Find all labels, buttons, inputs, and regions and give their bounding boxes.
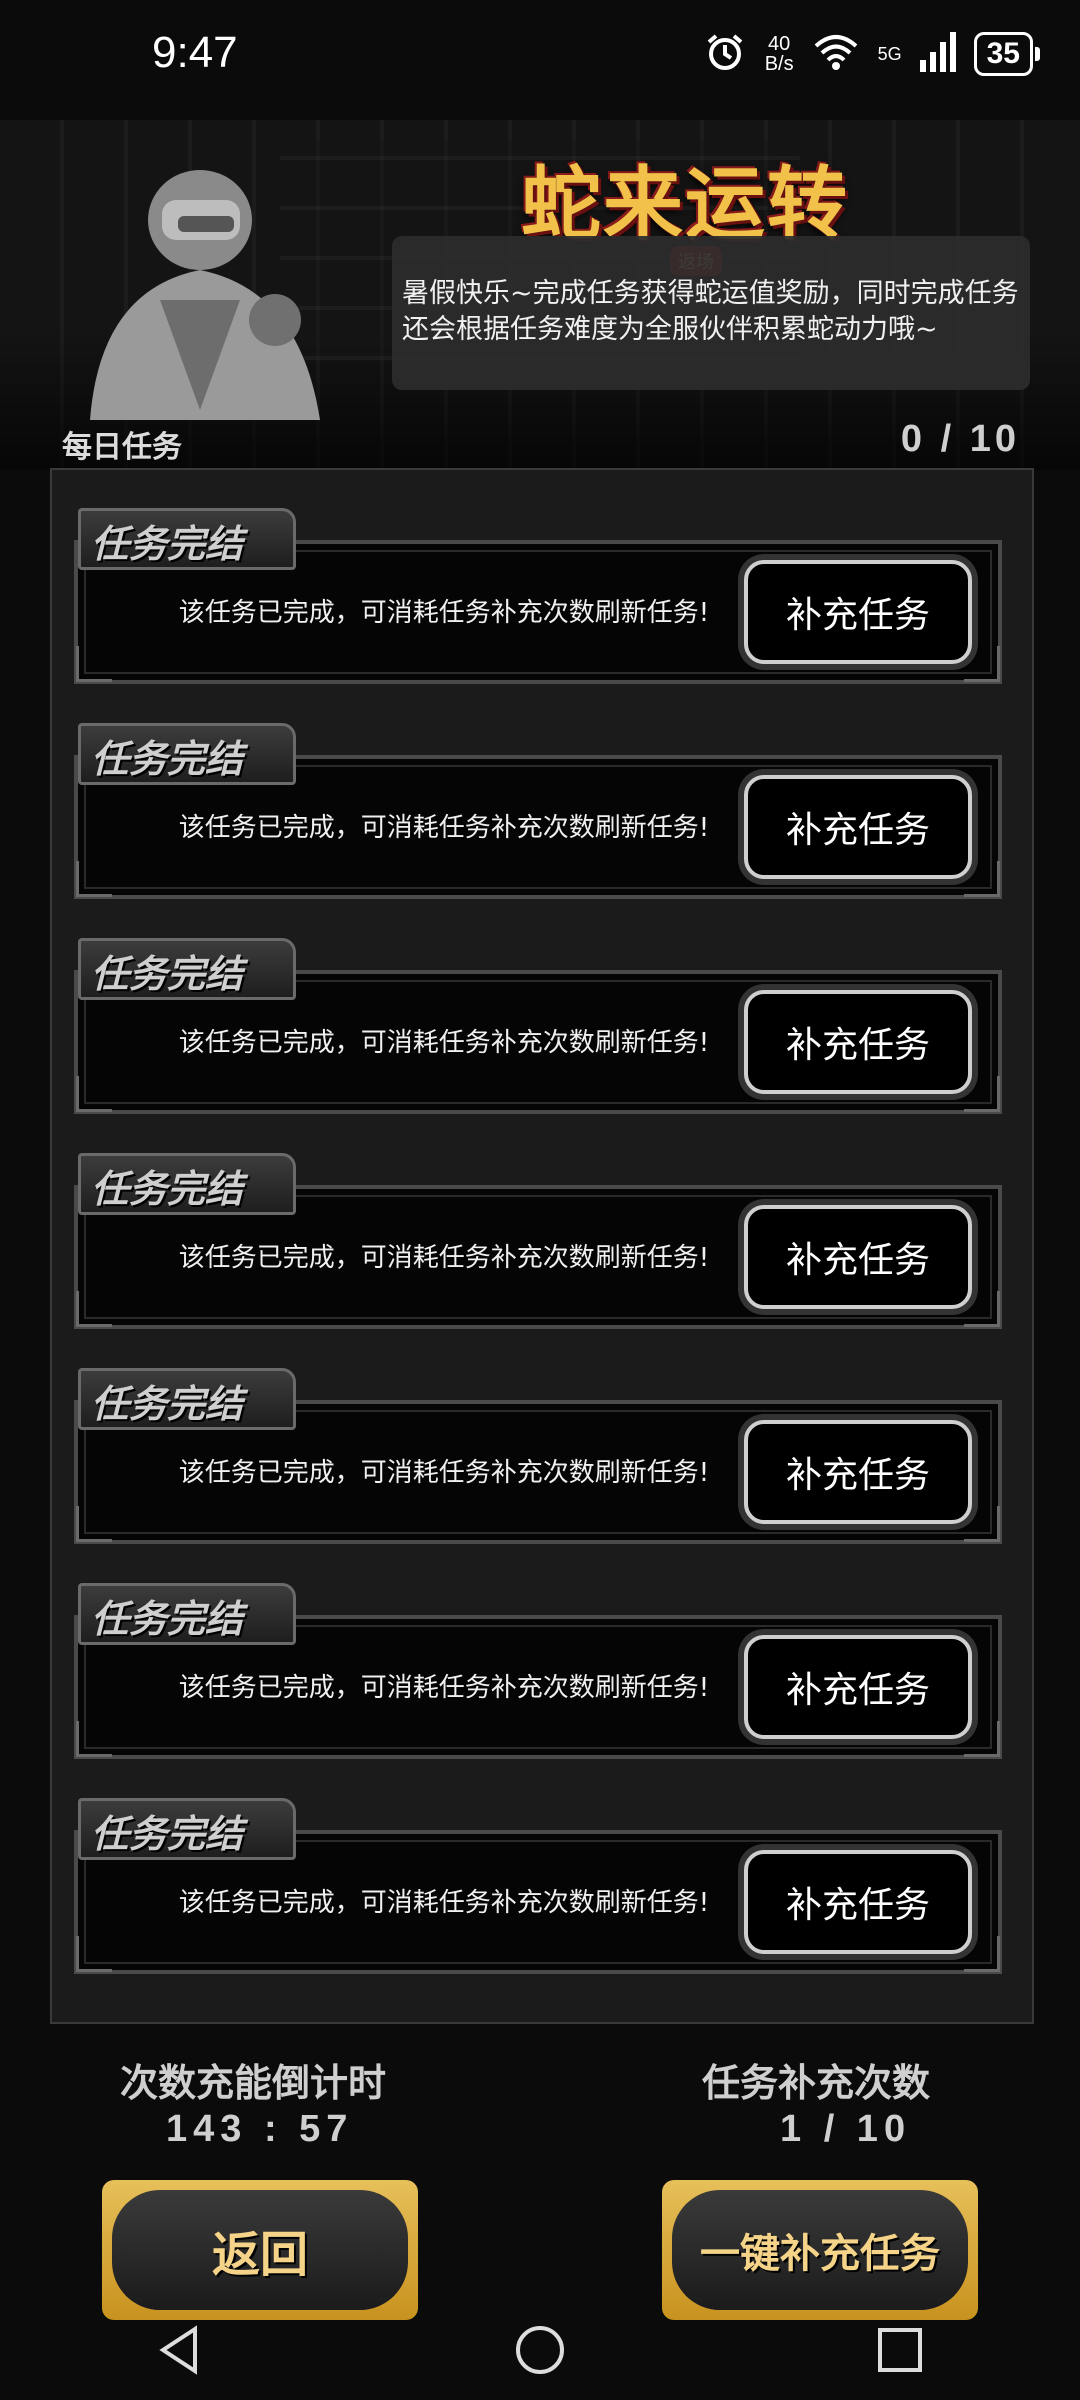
task-status-tag: 任务完结 [78,938,296,1000]
refill-task-label: 补充任务 [785,1885,930,1926]
refill-task-label: 补充任务 [785,1670,930,1711]
recharge-countdown-value: 143 : 57 [166,2108,354,2150]
task-description: 该任务已完成，可消耗任务补充次数刷新任务! [178,598,710,628]
refill-task-label: 补充任务 [785,1025,930,1066]
task-card: 任务完结 该任务已完成，可消耗任务补充次数刷新任务! 补充任务 [74,504,1006,684]
task-card: 任务完结 该任务已完成，可消耗任务补充次数刷新任务! 补充任务 [74,934,1006,1114]
task-description: 该任务已完成，可消耗任务补充次数刷新任务! [178,1673,710,1703]
task-card: 任务完结 该任务已完成，可消耗任务补充次数刷新任务! 补充任务 [74,1794,1006,1974]
refill-count-label: 任务补充次数 [702,2061,931,2105]
task-status-text: 任务完结 [91,522,244,566]
refill-all-button[interactable]: 一键补充任务 [662,2180,978,2320]
recents-nav-icon[interactable] [870,2320,930,2380]
refill-task-button[interactable]: 补充任务 [744,775,972,879]
refill-task-button[interactable]: 补充任务 [744,560,972,664]
status-icons: 40 B/s 5G 35 [703,30,1040,78]
intro-text: 暑假快乐~完成任务获得蛇运值奖励，同时完成任务还会根据任务难度为全服伙伴积累蛇动… [402,278,1019,345]
task-card: 任务完结 该任务已完成，可消耗任务补充次数刷新任务! 补充任务 [74,719,1006,899]
refill-task-button[interactable]: 补充任务 [744,1420,972,1524]
refill-task-button[interactable]: 补充任务 [744,1850,972,1954]
refill-count-value: 1 / 10 [780,2108,912,2150]
task-card: 任务完结 该任务已完成，可消耗任务补充次数刷新任务! 补充任务 [74,1579,1006,1759]
task-description: 该任务已完成，可消耗任务补充次数刷新任务! [178,1243,710,1273]
alarm-icon [703,30,747,78]
task-status-tag: 任务完结 [78,723,296,785]
task-status-tag: 任务完结 [78,1368,296,1430]
task-status-tag: 任务完结 [78,1153,296,1215]
net-speed-unit: B/s [764,53,794,75]
back-button[interactable]: 返回 [102,2180,418,2320]
recharge-countdown-label: 次数充能倒计时 [120,2061,387,2105]
daily-tasks-label: 每日任务 [62,430,182,465]
intro-box: 暑假快乐~完成任务获得蛇运值奖励，同时完成任务还会根据任务难度为全服伙伴积累蛇动… [392,236,1030,390]
task-status-text: 任务完结 [91,1382,244,1426]
home-nav-icon[interactable] [510,2320,570,2380]
status-time: 9:47 [152,28,238,77]
task-status-tag: 任务完结 [78,1583,296,1645]
status-bar: 9:47 40 B/s 5G 35 [0,0,1080,110]
refill-task-button[interactable]: 补充任务 [744,990,972,1094]
task-status-text: 任务完结 [91,1167,244,1211]
cell-signal-icon [919,32,956,76]
signal-type: 5G [877,43,902,64]
task-status-text: 任务完结 [91,952,244,996]
task-status-text: 任务完结 [91,1597,244,1641]
soldier-illustration [70,160,340,420]
battery-icon: 35 [973,32,1040,76]
refill-all-button-label: 一键补充任务 [700,2231,940,2277]
battery-level: 35 [973,32,1033,76]
task-status-tag: 任务完结 [78,508,296,570]
task-status-text: 任务完结 [91,1812,244,1856]
refill-task-label: 补充任务 [785,595,930,636]
task-description: 该任务已完成，可消耗任务补充次数刷新任务! [178,1458,710,1488]
net-speed: 40 B/s [765,34,794,74]
task-status-tag: 任务完结 [78,1798,296,1860]
task-description: 该任务已完成，可消耗任务补充次数刷新任务! [178,1888,710,1918]
back-nav-icon[interactable] [150,2320,210,2380]
wifi-icon [812,32,860,76]
daily-tasks-count: 0 / 10 [900,418,1020,460]
system-nav-bar [0,2300,1080,2400]
refill-task-label: 补充任务 [785,810,930,851]
net-speed-value: 40 [768,33,791,55]
task-description: 该任务已完成，可消耗任务补充次数刷新任务! [178,1028,710,1058]
task-card: 任务完结 该任务已完成，可消耗任务补充次数刷新任务! 补充任务 [74,1149,1006,1329]
refill-task-button[interactable]: 补充任务 [744,1635,972,1739]
refill-task-label: 补充任务 [785,1455,930,1496]
task-status-text: 任务完结 [91,737,244,781]
refill-task-label: 补充任务 [785,1240,930,1281]
task-description: 该任务已完成，可消耗任务补充次数刷新任务! [178,813,710,843]
task-list[interactable]: 任务完结 该任务已完成，可消耗任务补充次数刷新任务! 补充任务 任务完结 该任务… [50,468,1034,2024]
back-button-label: 返回 [211,2227,308,2283]
refill-task-button[interactable]: 补充任务 [744,1205,972,1309]
task-card: 任务完结 该任务已完成，可消耗任务补充次数刷新任务! 补充任务 [74,1364,1006,1544]
